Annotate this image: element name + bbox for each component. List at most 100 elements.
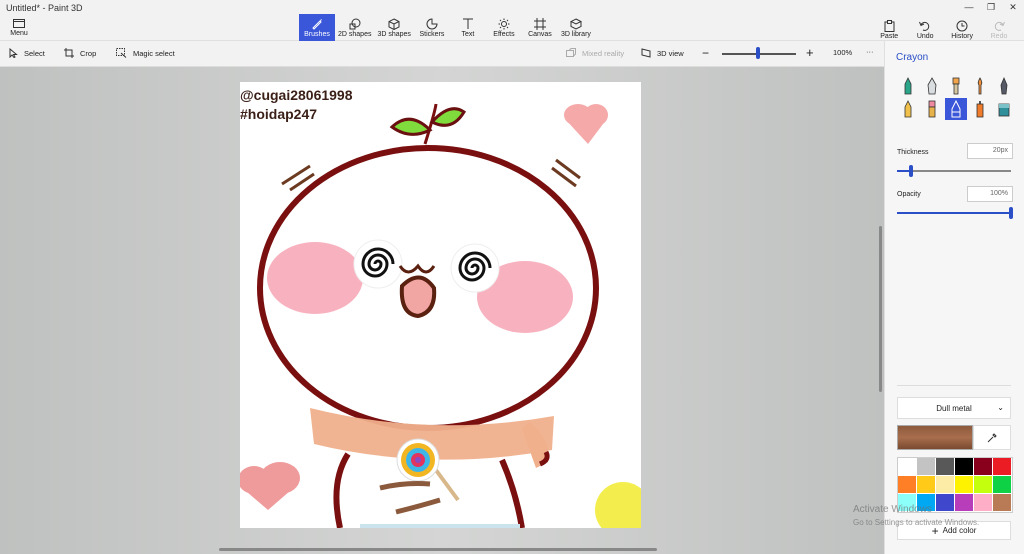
color-swatch[interactable] — [993, 476, 1012, 494]
marker-brush[interactable] — [897, 75, 919, 97]
menu-label: Menu — [10, 30, 28, 37]
magic-select-button[interactable]: Magic select — [116, 48, 175, 58]
color-swatch[interactable] — [898, 476, 917, 494]
select-button[interactable]: Select — [9, 48, 45, 58]
tool-3d-shapes[interactable]: 3D shapes — [374, 14, 413, 41]
tool-label: Effects — [493, 31, 515, 38]
opacity-input[interactable]: 100% — [967, 186, 1013, 202]
opacity-slider[interactable] — [897, 207, 1013, 219]
close-button[interactable]: ✕ — [1002, 0, 1024, 14]
color-swatch[interactable] — [974, 494, 993, 512]
pixel-pen-icon — [1000, 77, 1008, 95]
panel-divider — [897, 385, 1011, 386]
tool-2d-shapes[interactable]: 2D shapes — [335, 14, 374, 41]
history-button[interactable]: History — [948, 16, 976, 43]
thickness-label: Thickness — [897, 149, 929, 156]
tool-3d-library[interactable]: 3D library — [558, 14, 594, 41]
tool-canvas[interactable]: Canvas — [522, 14, 558, 41]
tool-effects[interactable]: Effects — [486, 14, 522, 41]
crop-button[interactable]: Crop — [64, 48, 96, 58]
canvas-text-hashtag: #hoidap247 — [240, 106, 318, 122]
chevron-down-icon: ⌄ — [997, 403, 1004, 412]
color-swatch[interactable] — [955, 476, 974, 494]
color-swatch[interactable] — [955, 458, 974, 476]
mixed-reality-icon — [566, 48, 576, 57]
current-color-swatch[interactable] — [897, 425, 973, 450]
3d-library-icon — [569, 17, 583, 30]
fill-brush[interactable] — [993, 98, 1015, 120]
mixed-reality-button[interactable]: Mixed reality — [566, 48, 624, 58]
tool-label: 2D shapes — [338, 31, 372, 38]
thickness-slider-thumb[interactable] — [908, 165, 913, 177]
mixed-reality-label: Mixed reality — [582, 48, 625, 58]
color-swatch[interactable] — [993, 458, 1012, 476]
marker-icon — [904, 77, 912, 95]
calligraphy-pen-brush[interactable] — [921, 75, 943, 97]
crayon-icon — [951, 100, 961, 118]
crayon-brush[interactable] — [945, 98, 967, 120]
redo-button[interactable]: Redo — [986, 16, 1012, 43]
minimize-button[interactable]: — — [958, 0, 980, 14]
vertical-scrollbar[interactable] — [879, 226, 882, 392]
effects-icon — [497, 17, 511, 30]
color-swatch[interactable] — [917, 458, 936, 476]
color-swatch[interactable] — [898, 458, 917, 476]
canvas-artwork — [240, 103, 641, 528]
zoom-slider-thumb[interactable] — [755, 47, 760, 59]
window-controls: — ❐ ✕ — [958, 0, 1024, 14]
panel-title: Crayon — [896, 52, 929, 63]
pencil-icon — [904, 100, 912, 118]
tool-brushes[interactable]: Brushes — [299, 14, 335, 41]
texture-label: Dull metal — [936, 403, 972, 413]
color-swatch[interactable] — [936, 494, 955, 512]
zoom-in-button[interactable]: + — [806, 45, 814, 60]
color-swatch[interactable] — [974, 458, 993, 476]
history-icon — [955, 19, 969, 32]
3d-view-label: 3D view — [657, 48, 684, 58]
watercolor-brush[interactable] — [969, 75, 991, 97]
heart-bottom-left — [240, 462, 300, 510]
more-options-button[interactable]: ··· — [866, 47, 874, 56]
tool-label: 3D shapes — [377, 31, 411, 38]
tool-text[interactable]: Text — [450, 14, 486, 41]
pencil-brush[interactable] — [897, 98, 919, 120]
color-swatch[interactable] — [974, 476, 993, 494]
title-bar: Untitled* - Paint 3D — ❐ ✕ Menu Brushes … — [0, 0, 1024, 41]
2d-shapes-icon — [348, 17, 362, 30]
main-tools: Brushes 2D shapes 3D shapes Stickers Tex… — [299, 14, 594, 41]
thickness-slider[interactable] — [897, 165, 1011, 177]
paste-button[interactable]: Paste — [876, 16, 902, 43]
paste-icon — [882, 19, 896, 32]
oil-brush[interactable] — [945, 75, 967, 97]
eraser-icon — [928, 100, 936, 118]
pixel-pen-brush[interactable] — [993, 75, 1015, 97]
opacity-slider-thumb[interactable] — [1009, 207, 1013, 219]
spray-can-icon — [976, 101, 984, 118]
undo-button[interactable]: Undo — [912, 16, 938, 43]
color-swatch[interactable] — [917, 476, 936, 494]
zoom-out-button[interactable]: − — [702, 46, 709, 60]
color-swatch[interactable] — [936, 458, 955, 476]
horizontal-scrollbar[interactable] — [219, 548, 657, 551]
menu-button[interactable]: Menu — [4, 16, 34, 40]
color-swatch[interactable] — [993, 494, 1012, 512]
tool-stickers[interactable]: Stickers — [414, 14, 450, 41]
maximize-button[interactable]: ❐ — [980, 0, 1002, 14]
crop-icon — [64, 48, 74, 58]
folder-icon — [12, 16, 26, 29]
brush-icon — [310, 17, 324, 30]
spray-can-brush[interactable] — [969, 98, 991, 120]
text-icon — [461, 17, 475, 30]
opacity-label: Opacity — [897, 191, 921, 198]
color-swatch[interactable] — [936, 476, 955, 494]
thickness-input[interactable]: 20px — [967, 143, 1013, 159]
tool-label: Canvas — [528, 31, 552, 38]
eraser-brush[interactable] — [921, 98, 943, 120]
eyedropper-button[interactable] — [973, 425, 1011, 450]
cursor-icon — [9, 48, 18, 58]
history-label: History — [951, 33, 973, 40]
color-swatch[interactable] — [955, 494, 974, 512]
drawing-canvas[interactable]: @cugai28061998 #hoidap247 — [240, 82, 641, 528]
3d-view-button[interactable]: 3D view — [641, 48, 684, 58]
texture-dropdown[interactable]: Dull metal ⌄ — [897, 397, 1011, 419]
